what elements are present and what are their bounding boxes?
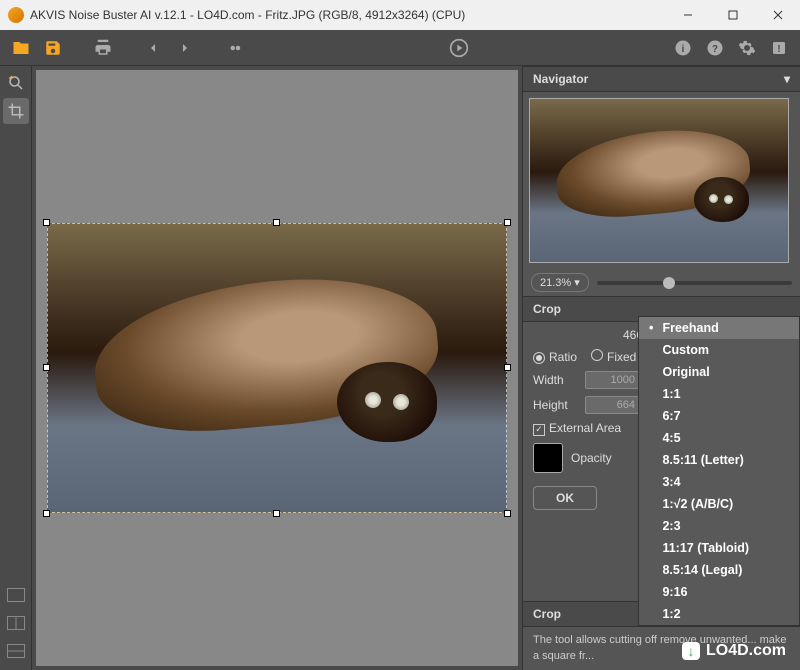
zoom-slider[interactable] <box>597 281 792 285</box>
watermark-icon: ↓ <box>682 642 700 660</box>
undo-button[interactable] <box>140 35 166 61</box>
prefs-button[interactable] <box>734 35 760 61</box>
height-label: Height <box>533 398 577 412</box>
chevron-down-icon: ▾ <box>574 276 580 289</box>
close-button[interactable] <box>755 0 800 30</box>
canvas-area <box>32 66 522 670</box>
crop-handle-br[interactable] <box>504 510 511 517</box>
ratio-option[interactable]: 1:1 <box>639 383 799 405</box>
redo-button[interactable] <box>172 35 198 61</box>
navigator-header[interactable]: Navigator ▾ <box>523 66 800 92</box>
ratio-option[interactable]: 3:4 <box>639 471 799 493</box>
ratio-option[interactable]: 6:7 <box>639 405 799 427</box>
ratio-option[interactable]: 9:16 <box>639 581 799 603</box>
width-input[interactable]: 1000 <box>585 371 640 389</box>
ratio-dropdown[interactable]: • Freehand Custom Original 1:1 6:7 4:5 8… <box>638 316 800 626</box>
open-button[interactable] <box>8 35 34 61</box>
crop-title: Crop <box>533 302 561 316</box>
collapse-icon[interactable]: ▾ <box>784 72 790 86</box>
tool-crop[interactable] <box>3 98 29 124</box>
hint-title: Crop <box>533 607 561 621</box>
ratio-option[interactable]: 2:3 <box>639 515 799 537</box>
right-panel: Navigator ▾ 21.3% ▾ Crop 4666 x 3101 Rat… <box>522 66 800 670</box>
crop-handle-tm[interactable] <box>273 219 280 226</box>
svg-text:!: ! <box>777 43 780 54</box>
minimize-button[interactable] <box>665 0 710 30</box>
titlebar: AKVIS Noise Buster AI v.12.1 - LO4D.com … <box>0 0 800 30</box>
view-split-h[interactable] <box>3 610 29 636</box>
ratio-option[interactable]: Original <box>639 361 799 383</box>
watermark: ↓ LO4D.com <box>682 642 786 660</box>
ratio-option[interactable]: 1:2 <box>639 603 799 625</box>
width-label: Width <box>533 373 577 387</box>
ratio-option[interactable]: Custom <box>639 339 799 361</box>
image-preview[interactable] <box>47 223 507 513</box>
ratio-option[interactable]: 8.5:11 (Letter) <box>639 449 799 471</box>
app-icon <box>8 7 24 23</box>
navigator-title: Navigator <box>533 72 588 86</box>
save-button[interactable] <box>40 35 66 61</box>
maximize-button[interactable] <box>710 0 755 30</box>
zoom-slider-knob[interactable] <box>663 277 675 289</box>
ratio-option[interactable]: 4:5 <box>639 427 799 449</box>
zoom-value: 21.3% <box>540 277 571 289</box>
print-button[interactable] <box>90 35 116 61</box>
batch-button[interactable] <box>222 35 248 61</box>
zoom-dropdown[interactable]: 21.3% ▾ <box>531 273 589 292</box>
view-single[interactable] <box>3 582 29 608</box>
main-toolbar: i ? ! <box>0 30 800 66</box>
svg-text:i: i <box>682 42 685 54</box>
opacity-label: Opacity <box>571 451 612 465</box>
notify-button[interactable]: ! <box>766 35 792 61</box>
help-button[interactable]: ? <box>702 35 728 61</box>
ratio-option[interactable]: • Freehand <box>639 317 799 339</box>
ratio-option[interactable]: 11:17 (Tabloid) <box>639 537 799 559</box>
height-input[interactable]: 664 <box>585 396 640 414</box>
run-button[interactable] <box>446 35 472 61</box>
navigator-thumb[interactable] <box>523 92 800 269</box>
left-toolbar <box>0 66 32 670</box>
svg-text:?: ? <box>712 43 718 54</box>
tool-zoom[interactable] <box>3 70 29 96</box>
crop-handle-tr[interactable] <box>504 219 511 226</box>
crop-handle-bm[interactable] <box>273 510 280 517</box>
color-swatch[interactable] <box>533 443 563 473</box>
window-title: AKVIS Noise Buster AI v.12.1 - LO4D.com … <box>30 8 665 22</box>
info-button[interactable]: i <box>670 35 696 61</box>
ok-button[interactable]: OK <box>533 486 597 510</box>
view-split-v[interactable] <box>3 638 29 664</box>
ratio-option[interactable]: 8.5:14 (Legal) <box>639 559 799 581</box>
crop-handle-ml[interactable] <box>43 364 50 371</box>
external-area-checkbox[interactable]: ✓External Area <box>533 421 621 436</box>
crop-handle-mr[interactable] <box>504 364 511 371</box>
crop-handle-bl[interactable] <box>43 510 50 517</box>
ratio-option[interactable]: 1:√2 (A/B/C) <box>639 493 799 515</box>
crop-handle-tl[interactable] <box>43 219 50 226</box>
canvas-viewport[interactable] <box>36 70 518 666</box>
ratio-radio[interactable]: Ratio <box>533 350 577 364</box>
